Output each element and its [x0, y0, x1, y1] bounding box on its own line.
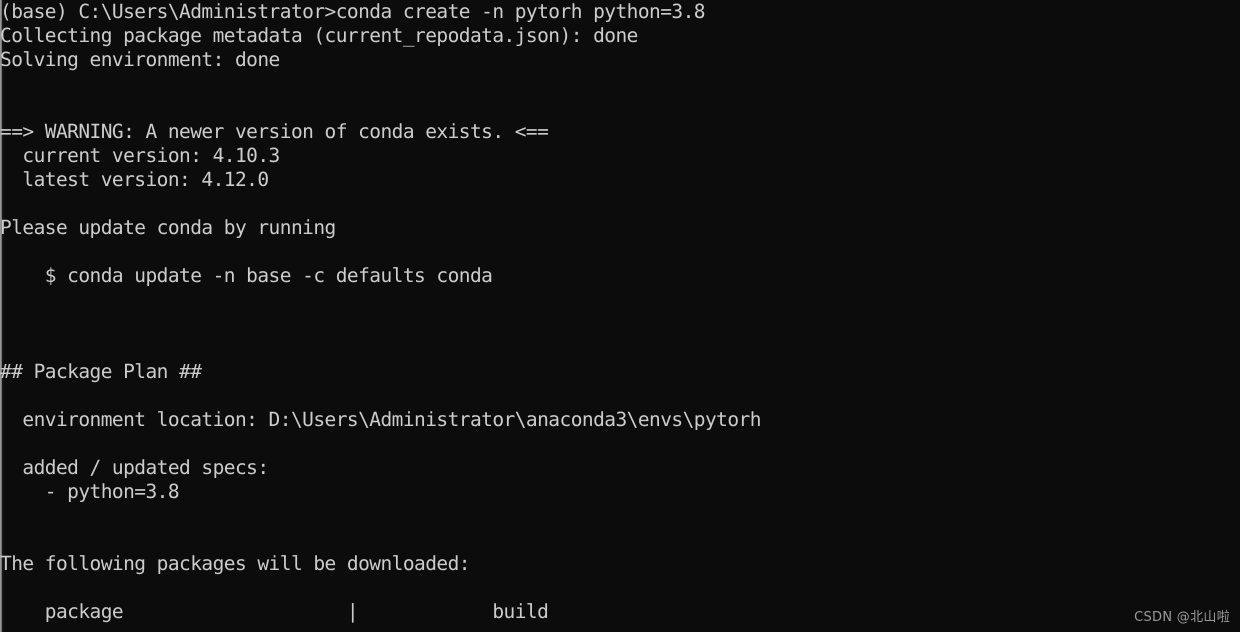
console-line: Collecting package metadata (current_rep… [0, 24, 638, 47]
console-line-download-notice: The following packages will be downloade… [0, 552, 471, 575]
console-line-update-hint: Please update conda by running [0, 216, 336, 239]
console-line-blank [0, 96, 1240, 120]
console-line-blank [0, 504, 1240, 528]
console-line-blank [0, 576, 1240, 600]
console-line-environment-location: environment location: D:\Users\Administr… [0, 408, 761, 431]
console-line-blank [0, 240, 1240, 264]
console-output[interactable]: (base) C:\Users\Administrator>conda crea… [0, 0, 1240, 624]
terminal-window[interactable]: (base) C:\Users\Administrator>conda crea… [0, 0, 1240, 632]
console-line-package-plan-heading: ## Package Plan ## [0, 360, 202, 383]
console-line-current-version: current version: 4.10.3 [0, 144, 280, 167]
console-line-blank [0, 288, 1240, 312]
console-line: Solving environment: done [0, 48, 280, 71]
csdn-watermark: CSDN @北山啦 [1134, 610, 1230, 625]
console-line: (base) C:\Users\Administrator>conda crea… [0, 0, 706, 23]
console-line-blank [0, 336, 1240, 360]
console-line-blank [0, 312, 1240, 336]
console-line-table-header: package | build [0, 600, 549, 623]
console-line-warning: ==> WARNING: A newer version of conda ex… [0, 120, 549, 143]
console-line-blank [0, 192, 1240, 216]
console-line-blank [0, 72, 1240, 96]
console-line-blank [0, 432, 1240, 456]
console-line-spec-python: - python=3.8 [0, 480, 180, 503]
console-line-latest-version: latest version: 4.12.0 [0, 168, 269, 191]
console-line-added-updated-specs: added / updated specs: [0, 456, 269, 479]
console-line-blank [0, 528, 1240, 552]
console-line-update-command: $ conda update -n base -c defaults conda [0, 264, 493, 287]
console-line-blank [0, 384, 1240, 408]
